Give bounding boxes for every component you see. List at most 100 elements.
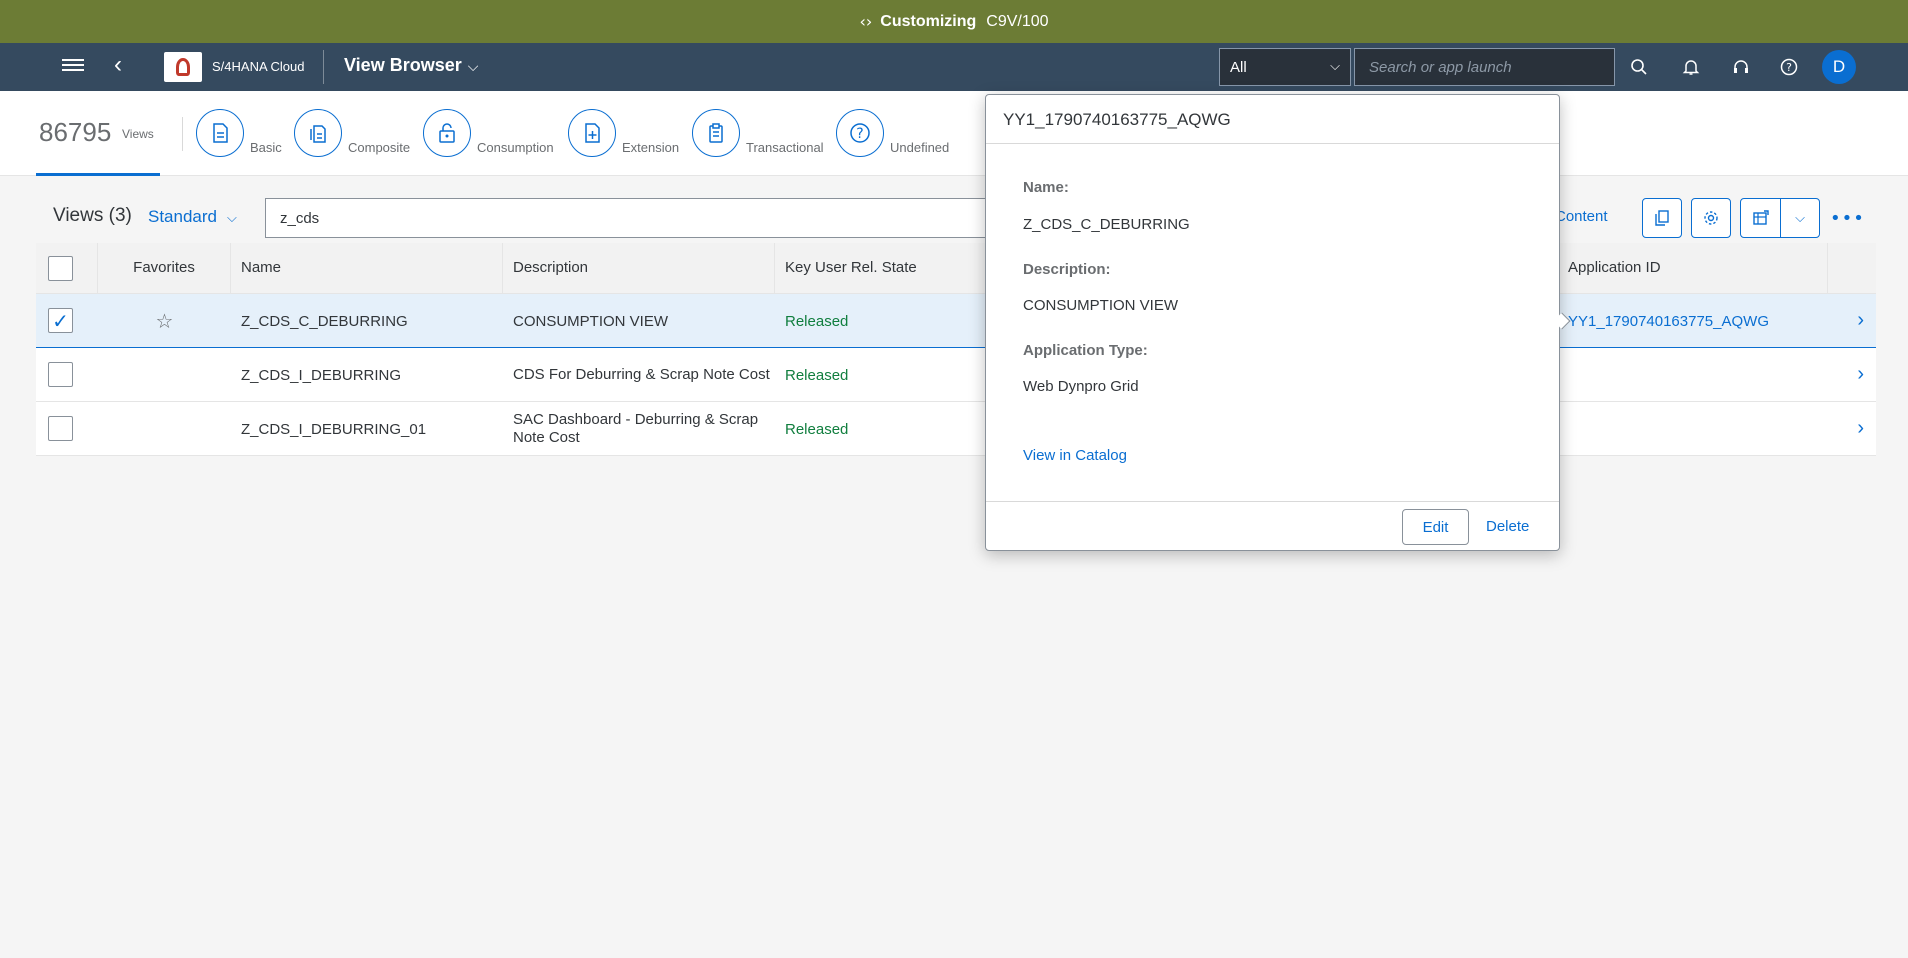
chevron-down-icon[interactable]: ⌵	[1781, 210, 1819, 226]
category-label: Extension	[622, 140, 680, 155]
application-details-popover: YY1_1790740163775_AQWG Name: Z_CDS_C_DEB…	[985, 94, 1571, 551]
favorite-cell[interactable]	[98, 402, 231, 456]
column-header-application-id[interactable]: Application ID	[1558, 243, 1828, 294]
favorite-star-icon[interactable]: ☆	[98, 294, 231, 348]
shell-separator	[323, 50, 324, 84]
category-label: Undefined	[890, 140, 950, 155]
views-table: Favorites Name Description Key User Rel.…	[36, 243, 1876, 456]
shell-bar: ‹ S/4HANA Cloud View Browser ⌵ All ⌵ Searc…	[0, 43, 1908, 91]
header-separator	[182, 117, 183, 151]
bell-icon[interactable]	[1679, 55, 1703, 79]
chevron-right-icon[interactable]: ›	[1857, 363, 1864, 386]
row-checkbox[interactable]	[48, 416, 73, 441]
app-title: View Browser	[344, 55, 462, 75]
system-bar: ‹› Customizing C9V/100	[0, 0, 1908, 43]
settings-button[interactable]	[1691, 198, 1731, 238]
name-value: Z_CDS_C_DEBURRING	[1023, 216, 1190, 233]
category-label: Consumption	[477, 140, 554, 155]
copy-icon	[1655, 210, 1669, 226]
table-title: Views (3)	[53, 205, 132, 226]
unlocked-icon	[423, 109, 471, 157]
description-label: Description:	[1023, 261, 1111, 278]
row-checkbox[interactable]: ✓	[48, 308, 73, 333]
select-all-checkbox[interactable]	[48, 256, 73, 281]
category-extension[interactable]: Extension	[568, 109, 679, 157]
column-header-favorites[interactable]: Favorites	[98, 243, 231, 294]
help-icon[interactable]: ?	[1777, 55, 1801, 79]
chevron-down-icon: ⌵	[227, 210, 237, 225]
app-title-menu[interactable]: View Browser ⌵	[344, 55, 478, 76]
headset-icon[interactable]	[1729, 55, 1753, 79]
application-type-label: Application Type:	[1023, 342, 1148, 359]
search-scope-value: All	[1230, 59, 1247, 76]
chevron-right-icon[interactable]: ›	[1857, 417, 1864, 440]
company-logo[interactable]	[164, 52, 202, 82]
table-row[interactable]: Z_CDS_I_DEBURRING CDS For Deburring & Sc…	[36, 348, 1876, 402]
export-split-button[interactable]: ⌵	[1740, 198, 1820, 238]
search-scope-select[interactable]: All ⌵	[1219, 48, 1351, 86]
category-undefined[interactable]: ? Undefined	[836, 109, 949, 157]
category-consumption[interactable]: Consumption	[423, 109, 554, 157]
row-description: SAC Dashboard - Deburring & Scrap Note C…	[513, 411, 759, 446]
overflow-menu-icon[interactable]: •••	[1830, 208, 1865, 229]
favorite-cell[interactable]	[98, 348, 231, 402]
category-basic[interactable]: Basic	[196, 109, 282, 157]
row-description: CONSUMPTION VIEW	[513, 312, 669, 330]
select-all-cell	[36, 243, 98, 294]
variant-select[interactable]: Standard ⌵	[148, 207, 237, 227]
row-application-id-link[interactable]: YY1_1790740163775_AQWG	[1568, 294, 1828, 348]
add-document-icon	[568, 109, 616, 157]
column-header-description[interactable]: Description	[503, 243, 775, 294]
name-label: Name:	[1023, 179, 1069, 196]
variant-value: Standard	[148, 207, 217, 226]
row-name: Z_CDS_I_DEBURRING	[241, 366, 402, 384]
filter-search-input[interactable]: z_cds	[265, 198, 995, 238]
copy-button[interactable]	[1642, 198, 1682, 238]
views-count-label: Views	[122, 127, 154, 141]
popover-footer: Edit Delete	[986, 501, 1559, 550]
search-icon[interactable]	[1627, 55, 1651, 79]
row-checkbox[interactable]	[48, 362, 73, 387]
category-label: Basic	[250, 140, 282, 155]
delete-button[interactable]: Delete	[1486, 518, 1529, 535]
system-client: C9V/100	[986, 12, 1049, 30]
category-label: Transactional	[746, 140, 824, 155]
documents-icon	[294, 109, 342, 157]
views-count-tab[interactable]: 86795 Views	[36, 91, 160, 176]
row-application-id	[1568, 402, 1828, 456]
system-title: Customizing	[880, 12, 977, 30]
category-composite[interactable]: Composite	[294, 109, 410, 157]
category-transactional[interactable]: Transactional	[692, 109, 824, 157]
column-header-name[interactable]: Name	[231, 243, 503, 294]
row-name: Z_CDS_C_DEBURRING	[241, 312, 408, 330]
svg-text:?: ?	[856, 126, 863, 142]
views-header: 86795 Views Basic Composite Consumption …	[0, 91, 1908, 176]
row-description: CDS For Deburring & Scrap Note Cost	[513, 366, 770, 383]
row-name: Z_CDS_I_DEBURRING_01	[241, 420, 427, 438]
menu-icon[interactable]	[62, 56, 84, 78]
chevron-right-icon[interactable]: ›	[1857, 309, 1864, 332]
export-icon[interactable]	[1741, 199, 1781, 237]
product-name: S/4HANA Cloud	[212, 59, 305, 74]
table-row[interactable]: ✓ ☆ Z_CDS_C_DEBURRING CONSUMPTION VIEW R…	[36, 294, 1876, 348]
view-in-catalog-link[interactable]: View in Catalog	[1023, 447, 1127, 464]
chevron-down-icon: ⌵	[1330, 58, 1340, 73]
views-count: 86795	[39, 117, 112, 147]
code-icon: ‹›	[859, 12, 873, 31]
popover-title: YY1_1790740163775_AQWG	[986, 95, 1559, 144]
back-icon[interactable]: ‹	[114, 53, 122, 77]
avatar[interactable]: D	[1822, 50, 1856, 84]
chevron-down-icon: ⌵	[467, 58, 479, 74]
document-icon	[196, 109, 244, 157]
application-type-value: Web Dynpro Grid	[1023, 378, 1139, 395]
gear-icon	[1704, 211, 1718, 225]
category-label: Composite	[348, 140, 411, 155]
description-value: CONSUMPTION VIEW	[1023, 297, 1179, 314]
svg-text:?: ?	[1786, 61, 1792, 74]
row-application-id	[1568, 348, 1828, 402]
edit-button[interactable]: Edit	[1402, 509, 1469, 545]
question-mark-icon: ?	[836, 109, 884, 157]
search-input[interactable]: Search or app launch	[1354, 48, 1615, 86]
table-row[interactable]: Z_CDS_I_DEBURRING_01 SAC Dashboard - Deb…	[36, 402, 1876, 456]
table-header-row: Favorites Name Description Key User Rel.…	[36, 243, 1876, 294]
